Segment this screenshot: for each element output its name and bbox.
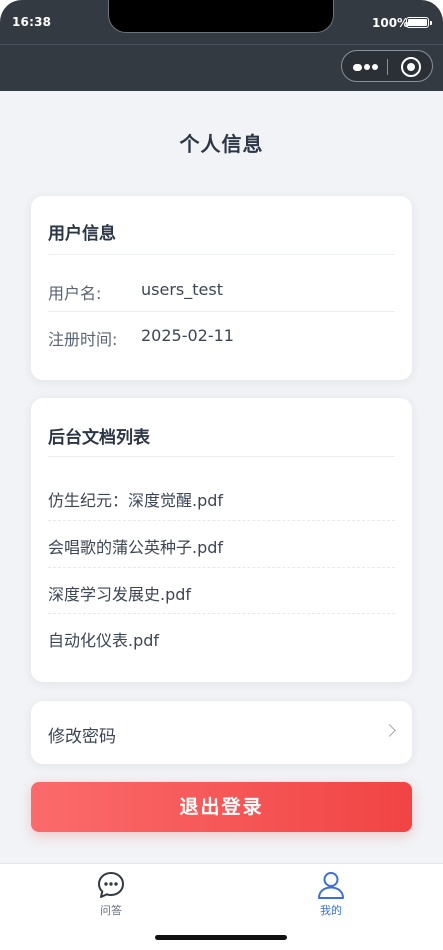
register-time-label: 注册时间: xyxy=(48,330,118,349)
doc-item[interactable]: 会唱歌的蒲公英种子.pdf xyxy=(48,534,223,558)
target-circle-icon[interactable] xyxy=(401,57,421,77)
docs-list-card: 后台文档列表 仿生纪元：深度觉醒.pdf 会唱歌的蒲公英种子.pdf 深度学习发… xyxy=(31,398,412,682)
change-password-row[interactable]: 修改密码 xyxy=(31,701,412,764)
doc-item[interactable]: 自动化仪表.pdf xyxy=(48,627,159,651)
doc-divider xyxy=(48,567,395,568)
tab-qa-label: 问答 xyxy=(100,904,122,917)
more-dots-icon[interactable] xyxy=(353,63,379,71)
logout-button[interactable]: 退出登录 xyxy=(31,782,412,832)
chat-bubble-icon xyxy=(98,872,124,898)
user-info-heading: 用户信息 xyxy=(48,224,116,244)
page-title: 个人信息 xyxy=(179,132,264,156)
username-value: users_test xyxy=(141,280,223,299)
user-profile-icon xyxy=(318,872,344,899)
doc-item[interactable]: 仿生纪元：深度觉醒.pdf xyxy=(48,487,223,511)
change-password-label: 修改密码 xyxy=(48,727,116,747)
home-indicator xyxy=(155,935,287,940)
tab-qa[interactable]: 问答 xyxy=(71,870,151,918)
user-info-card: 用户信息 用户名: users_test 注册时间: 2025-02-11 xyxy=(31,196,412,380)
phone-screen: 16:38 100% 个人信息 用户信息 用户名: users_test 注册时… xyxy=(0,0,443,950)
tab-mine[interactable]: 我的 xyxy=(291,870,371,918)
tab-mine-label: 我的 xyxy=(320,904,342,917)
heading-divider xyxy=(48,254,395,255)
battery-percentage: 100% xyxy=(372,16,410,30)
battery-icon xyxy=(406,17,432,28)
doc-divider xyxy=(48,613,395,614)
register-time-value: 2025-02-11 xyxy=(141,326,234,345)
status-time: 16:38 xyxy=(12,15,52,29)
capsule-separator xyxy=(387,59,388,75)
doc-divider xyxy=(48,520,395,521)
mini-program-capsule xyxy=(341,50,433,82)
chevron-right-icon xyxy=(383,724,396,737)
row-divider xyxy=(48,311,395,312)
doc-item[interactable]: 深度学习发展史.pdf xyxy=(48,581,191,605)
username-label: 用户名: xyxy=(48,284,102,303)
status-divider xyxy=(0,44,443,45)
camera-notch xyxy=(108,0,334,33)
heading-divider xyxy=(48,456,395,457)
top-bar: 16:38 100% xyxy=(0,0,443,91)
docs-list-heading: 后台文档列表 xyxy=(48,428,150,448)
